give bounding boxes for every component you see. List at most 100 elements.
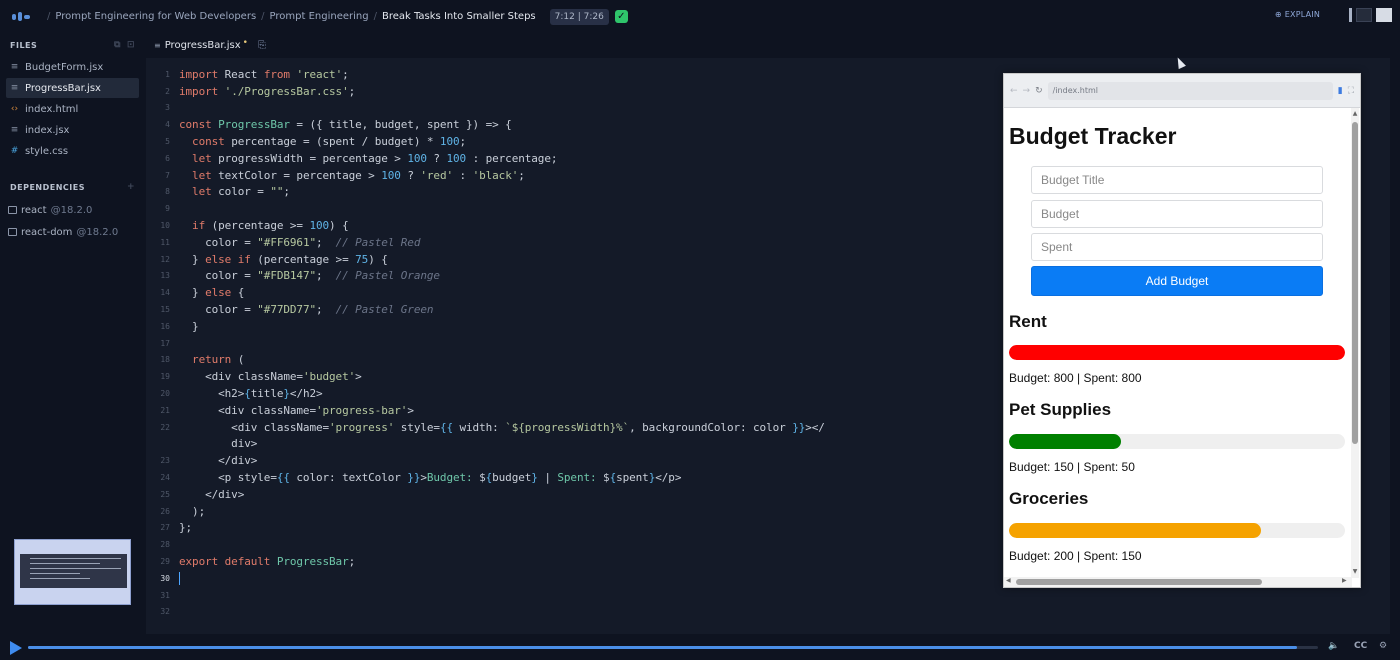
code-line: 32 xyxy=(146,604,1390,621)
line-number: 23 xyxy=(160,456,170,466)
dependency-item[interactable]: react @18.2.0 xyxy=(0,199,145,221)
jsx-file-icon: ≡ xyxy=(10,83,19,93)
dependencies-heading: DEPENDENCIES xyxy=(10,182,86,192)
tab-progressbar[interactable]: ≡ ProgressBar.jsx • xyxy=(154,38,248,51)
line-number: 2 xyxy=(165,86,170,96)
top-bar: / Prompt Engineering for Web Developers … xyxy=(0,0,1400,33)
new-file-icon[interactable]: ⧉ xyxy=(114,40,121,50)
layout-preview-icon[interactable] xyxy=(1376,8,1392,22)
explain-label: EXPLAIN xyxy=(1284,10,1320,19)
video-progress-fill xyxy=(28,646,1298,649)
line-number: 10 xyxy=(160,221,170,231)
add-dependency-icon[interactable]: + xyxy=(127,182,135,192)
scrimba-logo-icon[interactable] xyxy=(12,12,30,22)
progress-track xyxy=(1009,523,1345,538)
add-budget-button[interactable]: Add Budget xyxy=(1031,266,1323,296)
fullscreen-icon[interactable]: ⛶ xyxy=(1348,86,1354,96)
file-icon: ≡ xyxy=(154,41,161,50)
captions-icon[interactable]: CC xyxy=(1354,641,1367,651)
line-number: 8 xyxy=(165,187,170,197)
spent-amount-input[interactable]: Spent xyxy=(1031,233,1323,261)
line-number: 16 xyxy=(160,321,170,331)
layout-switcher xyxy=(1349,8,1392,22)
new-file-button-icon[interactable]: ⎘ xyxy=(258,40,266,51)
progress-fill xyxy=(1009,345,1345,360)
dependency-list: react @18.2.0 react-dom @18.2.0 xyxy=(0,199,145,243)
line-number: 22 xyxy=(160,422,170,432)
breadcrumb-section[interactable]: Prompt Engineering xyxy=(270,11,369,22)
webcam-thumbnail[interactable] xyxy=(14,539,131,605)
budget-info: Budget: 150 | Spent: 50 xyxy=(1009,460,1135,474)
line-number: 13 xyxy=(160,271,170,281)
line-number: 32 xyxy=(160,607,170,617)
preview-window: ← → ↻ /index.html ▮ ⛶ Budget Tracker Bud… xyxy=(1003,73,1361,588)
editor-tab-bar: ≡ ProgressBar.jsx • ⎘ xyxy=(146,33,1390,58)
file-name: ProgressBar.jsx xyxy=(25,82,101,94)
horizontal-scrollbar[interactable]: ◀ ▶ xyxy=(1004,577,1352,587)
budget-title-input[interactable]: Budget Title xyxy=(1031,166,1323,194)
url-bar[interactable]: /index.html xyxy=(1047,81,1333,100)
settings-gear-icon[interactable]: ⚙ xyxy=(1379,641,1387,651)
video-progress-track[interactable] xyxy=(28,646,1318,649)
breadcrumb-lesson: Break Tasks Into Smaller Steps xyxy=(381,11,536,22)
code-line: 31 xyxy=(146,587,1390,604)
line-number: 26 xyxy=(160,506,170,516)
scroll-left-icon[interactable]: ◀ xyxy=(1006,577,1011,584)
line-number: 18 xyxy=(160,355,170,365)
file-item[interactable]: ‹› index.html xyxy=(6,99,139,119)
new-folder-icon[interactable]: ⊡ xyxy=(127,40,135,50)
back-arrow-icon[interactable]: ← xyxy=(1010,86,1018,96)
layout-sidebar-icon[interactable] xyxy=(1349,8,1352,22)
breadcrumb-course[interactable]: Prompt Engineering for Web Developers xyxy=(55,11,256,22)
file-item[interactable]: ≡ ProgressBar.jsx xyxy=(6,78,139,98)
line-number: 4 xyxy=(165,120,170,130)
progress-track xyxy=(1009,434,1345,449)
vertical-scrollbar[interactable]: ▲ ▼ xyxy=(1351,108,1359,578)
line-number: 28 xyxy=(160,540,170,550)
bookmark-icon[interactable]: ▮ xyxy=(1338,86,1343,96)
explain-button[interactable]: ⊕ EXPLAIN xyxy=(1275,10,1320,19)
file-item[interactable]: ≡ index.jsx xyxy=(6,120,139,140)
scroll-up-icon[interactable]: ▲ xyxy=(1351,110,1359,117)
completed-check-icon: ✓ xyxy=(614,10,628,23)
jsx-file-icon: ≡ xyxy=(10,125,19,135)
line-number: 31 xyxy=(160,590,170,600)
line-number: 1 xyxy=(165,69,170,79)
layout-split-icon[interactable] xyxy=(1356,8,1372,22)
forward-arrow-icon[interactable]: → xyxy=(1023,86,1031,96)
video-player-bar: 🔈 CC ⚙ xyxy=(0,634,1400,660)
scroll-right-icon[interactable]: ▶ xyxy=(1342,577,1347,584)
lesson-time: 7:12 | 7:26 xyxy=(549,8,609,25)
files-heading: FILES xyxy=(10,40,38,50)
file-item[interactable]: # style.css xyxy=(6,141,139,161)
scrollbar-thumb[interactable] xyxy=(1352,122,1358,444)
line-number: 15 xyxy=(160,305,170,315)
preview-page: Budget Tracker Budget Title Budget Spent… xyxy=(1004,108,1352,578)
jsx-file-icon: ≡ xyxy=(10,62,19,72)
volume-icon[interactable]: 🔈 xyxy=(1328,641,1339,651)
line-number: 25 xyxy=(160,489,170,499)
budget-info: Budget: 800 | Spent: 800 xyxy=(1009,371,1142,385)
budget-amount-input[interactable]: Budget xyxy=(1031,200,1323,228)
line-number: 17 xyxy=(160,338,170,348)
dependency-item[interactable]: react-dom @18.2.0 xyxy=(0,221,145,243)
line-number: 24 xyxy=(160,473,170,483)
line-number: 9 xyxy=(165,204,170,214)
line-number: 11 xyxy=(160,237,170,247)
line-number: 27 xyxy=(160,523,170,533)
dependency-version: @18.2.0 xyxy=(50,204,93,216)
scroll-down-icon[interactable]: ▼ xyxy=(1351,568,1359,575)
file-name: BudgetForm.jsx xyxy=(25,61,104,73)
line-number: 12 xyxy=(160,254,170,264)
scrollbar-thumb[interactable] xyxy=(1016,579,1262,585)
reload-icon[interactable]: ↻ xyxy=(1035,86,1043,96)
progress-fill xyxy=(1009,523,1261,538)
file-name: style.css xyxy=(25,145,69,157)
file-name: index.jsx xyxy=(25,124,70,136)
line-number: 7 xyxy=(165,170,170,180)
file-name: index.html xyxy=(25,103,79,115)
line-number: 14 xyxy=(160,288,170,298)
play-icon[interactable] xyxy=(10,641,22,655)
dependency-version: @18.2.0 xyxy=(76,226,119,238)
file-item[interactable]: ≡ BudgetForm.jsx xyxy=(6,57,139,77)
